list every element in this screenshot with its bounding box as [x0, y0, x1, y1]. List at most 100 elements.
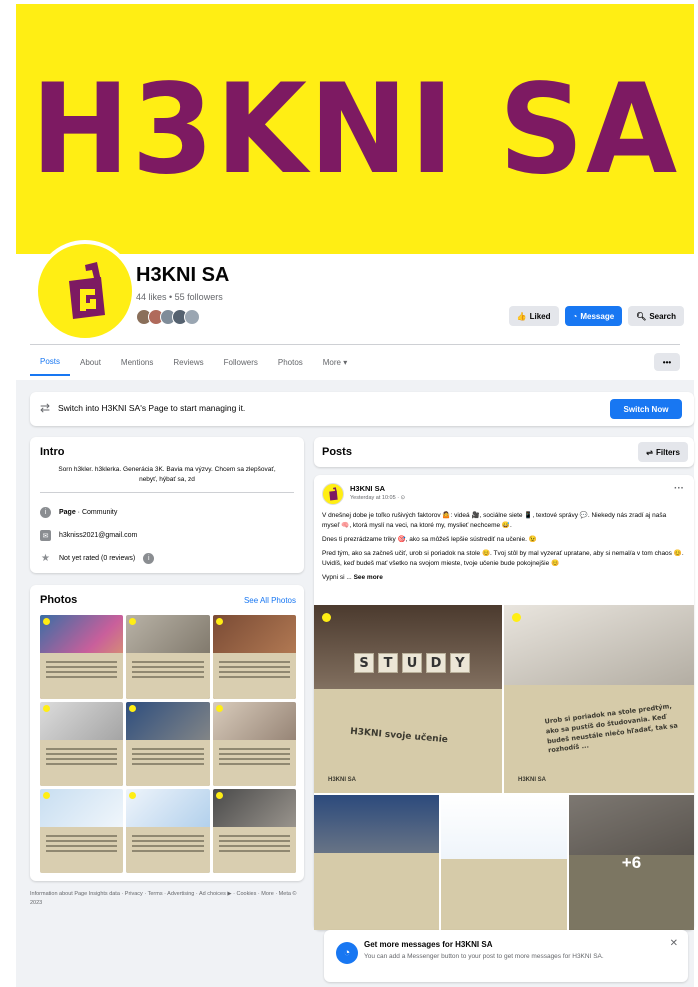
intro-category: i Page · Community [40, 507, 117, 518]
post-body: V dnešnej dobe je toľko rušivých faktoro… [322, 511, 684, 587]
page-logo-badge [129, 618, 137, 625]
tab-more[interactable]: More ▾ [313, 348, 357, 376]
filters-icon: ⇌ [646, 447, 653, 457]
photo-thumbnail[interactable] [126, 702, 210, 786]
envelope-icon: ✉ [40, 530, 51, 541]
post-truncated-line: Vypni si ... See more [322, 573, 684, 583]
page-logo-badge [215, 705, 223, 712]
unlocked-padlock-logo-icon [69, 262, 105, 319]
search-icon: 🔍︎ [636, 311, 647, 321]
photo-thumbnail[interactable] [40, 615, 124, 699]
page-logo-badge [43, 792, 50, 799]
switch-profile-icon: ⇄ [40, 401, 51, 415]
photo-thumbnail[interactable] [126, 615, 210, 699]
cover-photo[interactable]: H3KNI SA [16, 4, 694, 254]
search-button[interactable]: 🔍︎ Search [628, 306, 684, 326]
star-icon: ★ [41, 553, 50, 564]
letter-block: Y [450, 653, 470, 673]
paper-overlay [441, 859, 567, 930]
profile-avatar[interactable] [34, 240, 136, 342]
paper-overlay [126, 826, 210, 873]
post-timestamp[interactable]: Yesterday at 10:05 · ⊙ [350, 495, 405, 501]
post-author-avatar[interactable] [322, 483, 344, 505]
photo-thumbnail[interactable] [40, 702, 124, 786]
page-logo-badge [512, 613, 521, 622]
tab-followers[interactable]: Followers [214, 348, 268, 376]
see-all-photos-link[interactable]: See All Photos [244, 596, 296, 605]
post-image-study[interactable]: STUDY H3KNI svoje učenie H3KNI SA [314, 605, 502, 793]
photo-thumbnail[interactable] [126, 789, 210, 873]
switch-profile-card: ⇄ Switch into H3KNI SA's Page to start m… [30, 392, 694, 426]
letter-block: D [426, 653, 446, 673]
brand-watermark: H3KNI SA [518, 777, 547, 783]
rating-info-icon[interactable]: i [143, 553, 155, 564]
profile-header: H3KNI SA 44 likes • 55 followers 👍 Liked… [16, 240, 694, 380]
page-name: H3KNI SA [136, 264, 230, 286]
post-card: H3KNI SA Yesterday at 10:05 · ⊙ ··· V dn… [314, 475, 694, 930]
page-logo-badge [43, 705, 50, 712]
paper-overlay [40, 652, 124, 699]
intro-email: ✉ h3kniss2021@gmail.com [40, 530, 137, 541]
tab-reviews[interactable]: Reviews [163, 348, 213, 376]
photo-thumbnail[interactable] [40, 789, 124, 873]
footer-links[interactable]: Information about Page Insights data · P… [30, 890, 304, 908]
paper-overlay [126, 739, 210, 786]
page-logo-badge [129, 705, 137, 712]
page-stats[interactable]: 44 likes • 55 followers [136, 292, 223, 302]
posts-title: Posts [322, 446, 352, 458]
liked-label: Liked [529, 311, 551, 321]
page-logo-badge [322, 613, 331, 622]
post-image-desk[interactable]: Urob si poriadok na stole predtým, ako s… [504, 605, 694, 793]
friend-avatars[interactable] [136, 309, 200, 325]
page-logo-badge [215, 792, 223, 799]
page-frame: H3KNI SA H3KNI SA 44 likes • 55 follower… [0, 0, 698, 987]
post-paragraph: V dnešnej dobe je toľko rušivých faktoro… [322, 512, 667, 530]
switch-now-button[interactable]: Switch Now [610, 399, 682, 419]
search-label: Search [649, 311, 676, 321]
posts-header: Posts ⇌ Filters [314, 437, 694, 467]
close-icon[interactable]: ✕ [670, 938, 678, 949]
tab-photos[interactable]: Photos [268, 348, 313, 376]
paper-overlay [40, 739, 124, 786]
tab-mentions[interactable]: Mentions [111, 348, 163, 376]
photo-grid [40, 615, 296, 873]
page-tabs: Posts About Mentions Reviews Followers P… [30, 348, 680, 376]
post-image-5[interactable]: +6 [569, 795, 694, 930]
study-blocks: STUDY [354, 653, 470, 673]
email-text[interactable]: h3kniss2021@gmail.com [59, 532, 137, 539]
tab-posts[interactable]: Posts [30, 348, 71, 376]
cover-title: H3KNI SA [30, 56, 680, 202]
header-divider [30, 344, 680, 345]
switch-prompt-text: Switch into H3KNI SA's Page to start man… [58, 403, 246, 413]
photo-thumbnail[interactable] [212, 789, 296, 873]
tab-about[interactable]: About [70, 348, 111, 376]
paper-overlay [212, 652, 296, 699]
intro-rating: ★ Not yet rated (0 reviews) i [40, 553, 155, 564]
promo-title: Get more messages for H3KNI SA [364, 940, 493, 949]
letter-block: T [378, 653, 398, 673]
photo-thumbnail[interactable] [212, 615, 296, 699]
photo-thumbnail[interactable] [212, 702, 296, 786]
see-more-link[interactable]: See more [354, 574, 383, 581]
post-options-icon[interactable]: ··· [674, 483, 684, 494]
post-media-grid: STUDY H3KNI svoje učenie H3KNI SA Urob s… [314, 605, 694, 930]
post-image-4[interactable] [441, 795, 567, 930]
paper-overlay [314, 853, 439, 930]
friend-avatar[interactable] [184, 309, 200, 325]
intro-divider [40, 492, 294, 493]
filters-button[interactable]: ⇌ Filters [638, 442, 688, 462]
messenger-icon: ◔ [336, 942, 358, 964]
post-image-3[interactable] [314, 795, 439, 930]
page-logo-badge [129, 792, 137, 799]
header-actions: 👍 Liked ◔ Message 🔍︎ Search [508, 306, 684, 326]
post-author-name[interactable]: H3KNI SA [350, 484, 385, 493]
category-label: Page [59, 509, 76, 516]
letter-block: S [354, 653, 374, 673]
message-button[interactable]: ◔ Message [564, 306, 623, 326]
brand-watermark: H3KNI SA [328, 777, 357, 783]
more-options-button[interactable]: ••• [654, 353, 680, 371]
more-photos-overlay[interactable]: +6 [569, 795, 694, 930]
promo-text: You can add a Messenger button to your p… [364, 953, 604, 960]
post-paragraph: Pred tým, ako sa začneš učiť, urob si po… [322, 550, 684, 568]
liked-button[interactable]: 👍 Liked [508, 306, 559, 326]
